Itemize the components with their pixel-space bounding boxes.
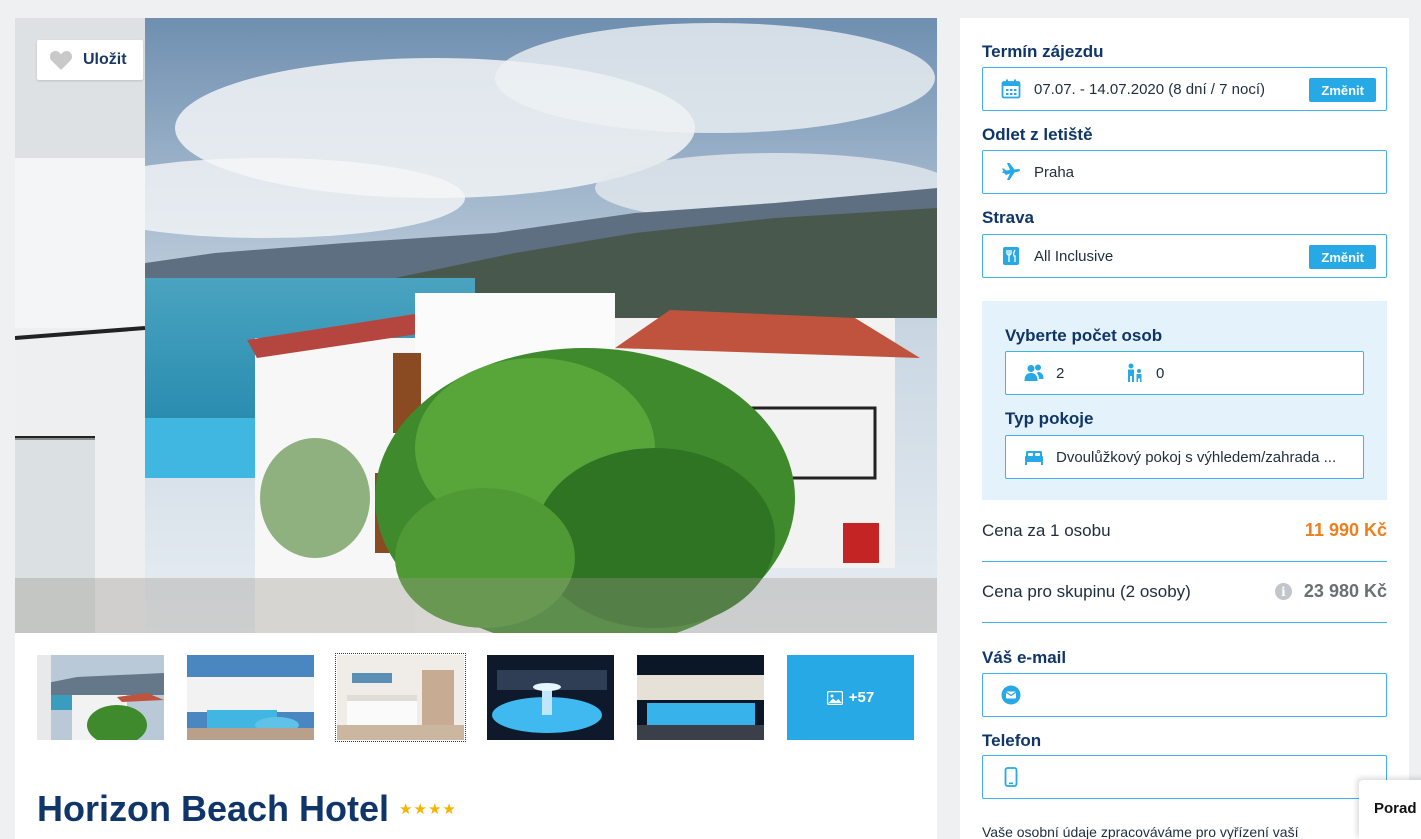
envelope-icon: [1001, 685, 1021, 705]
phone-label: Telefon: [982, 731, 1042, 750]
thumbnail-strip: +57: [37, 653, 937, 742]
thumbnail-1[interactable]: [37, 655, 164, 740]
room-field[interactable]: Dvoulůžkový pokoj s výhledem/zahrada ...: [1005, 435, 1364, 479]
save-button[interactable]: Uložit: [37, 40, 143, 80]
chat-widget-button[interactable]: Porad: [1359, 780, 1421, 839]
email-input[interactable]: [982, 673, 1387, 717]
adults-group[interactable]: 2: [1024, 363, 1124, 383]
term-field[interactable]: 07.07. - 14.07.2020 (8 dní / 7 nocí) Změ…: [982, 67, 1387, 111]
board-label: Strava: [982, 208, 1034, 227]
heart-icon: [49, 51, 73, 70]
calendar-icon: [1001, 79, 1021, 99]
thumbnail-5[interactable]: [637, 655, 764, 740]
price-group-value-wrap: i 23 980 Kč: [1274, 581, 1387, 602]
bed-icon: [1025, 451, 1043, 465]
chat-label: Porad: [1374, 800, 1417, 817]
airport-field[interactable]: Praha: [982, 150, 1387, 194]
board-value: All Inclusive: [1034, 247, 1114, 265]
thumbnail-4[interactable]: [487, 655, 614, 740]
price-per-person-value: 11 990 Kč: [1304, 520, 1387, 540]
thumbnail-2[interactable]: [187, 655, 314, 740]
adults-icon: [1024, 364, 1044, 381]
thumbnail-image: [637, 655, 764, 740]
price-group-label: Cena pro skupinu (2 osoby): [982, 581, 1191, 601]
price-group-row: Cena pro skupinu (2 osoby) i 23 980 Kč: [982, 581, 1387, 602]
save-label: Uložit: [83, 51, 127, 68]
thumbnail-more-button[interactable]: +57: [787, 655, 914, 740]
hotel-name: Horizon Beach Hotel: [37, 788, 390, 829]
adults-count: 2: [1056, 364, 1065, 382]
price-per-person-label: Cena za 1 osobu: [982, 520, 1111, 540]
change-term-button[interactable]: Změnit: [1309, 78, 1376, 102]
term-value: 07.07. - 14.07.2020 (8 dní / 7 nocí): [1034, 80, 1265, 98]
hero-photo: [15, 18, 937, 633]
child-icon: [1128, 363, 1142, 382]
children-group[interactable]: 0: [1124, 363, 1224, 383]
star-rating: ★★★★: [399, 801, 457, 818]
price-per-person-row: Cena za 1 osobu 11 990 Kč: [982, 520, 1387, 541]
email-label: Váš e-mail: [982, 648, 1067, 667]
hotel-gallery-panel: Uložit +57 Horizon Beach Hotel ★★★★: [15, 18, 937, 839]
plane-icon: [1002, 163, 1020, 180]
hotel-title: Horizon Beach Hotel ★★★★: [37, 788, 457, 830]
phone-input[interactable]: [982, 755, 1387, 799]
persons-room-box: Vyberte počet osob 2 0 Typ pokoje Dvoulů…: [982, 301, 1387, 500]
board-field[interactable]: All Inclusive Změnit: [982, 234, 1387, 278]
divider: [982, 561, 1387, 562]
cutlery-icon: [1003, 247, 1019, 265]
privacy-note: Vaše osobní údaje zpracováváme pro vyříz…: [982, 824, 1299, 839]
persons-label: Vyberte počet osob: [1005, 326, 1163, 345]
thumbnail-image: [337, 655, 464, 740]
airport-label: Odlet z letiště: [982, 125, 1093, 144]
change-board-button[interactable]: Změnit: [1309, 245, 1376, 269]
thumbnail-image: [37, 655, 164, 740]
thumbnail-image: [187, 655, 314, 740]
room-value: Dvoulůžkový pokoj s výhledem/zahrada ...: [1056, 448, 1337, 466]
term-label: Termín zájezdu: [982, 42, 1104, 61]
hero-image[interactable]: Uložit: [15, 18, 937, 633]
thumbnail-image: [487, 655, 614, 740]
more-count: +57: [848, 689, 875, 706]
gallery-icon: [826, 690, 843, 705]
thumbnail-3[interactable]: [335, 653, 466, 742]
phone-icon: [1004, 767, 1018, 787]
booking-panel: Termín zájezdu 07.07. - 14.07.2020 (8 dn…: [960, 18, 1409, 839]
children-count: 0: [1156, 364, 1165, 382]
divider: [982, 622, 1387, 623]
info-icon[interactable]: i: [1274, 583, 1292, 600]
price-group-value: 23 980 Kč: [1303, 581, 1387, 601]
airport-value: Praha: [1034, 163, 1075, 181]
room-label: Typ pokoje: [1005, 409, 1094, 428]
persons-field[interactable]: 2 0: [1005, 351, 1364, 395]
